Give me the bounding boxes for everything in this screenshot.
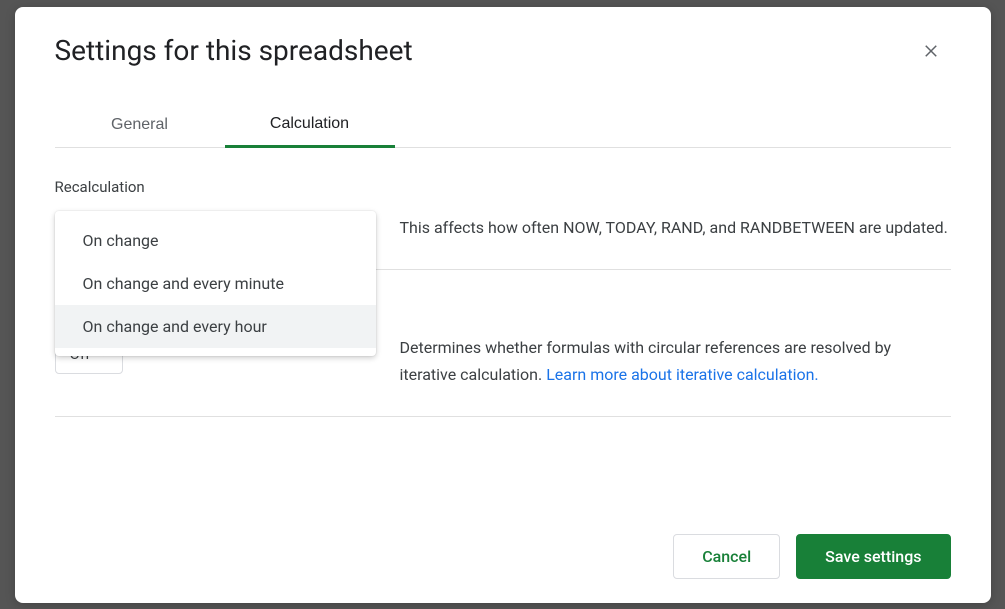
- tabs-bar: General Calculation: [55, 103, 951, 148]
- recalculation-description: This affects how often NOW, TODAY, RAND,…: [400, 214, 951, 241]
- recalculation-dropdown: On change On change and every minute On …: [55, 211, 376, 356]
- close-icon: [922, 42, 940, 60]
- dialog-title: Settings for this spreadsheet: [55, 34, 413, 67]
- dropdown-option-on-change-every-minute[interactable]: On change and every minute: [55, 262, 376, 305]
- dialog-footer: Cancel Save settings: [673, 534, 950, 579]
- tab-general[interactable]: General: [55, 103, 225, 147]
- recalculation-control: On change On change and every minute On …: [55, 214, 376, 241]
- settings-dialog: Settings for this spreadsheet General Ca…: [15, 7, 991, 603]
- tab-calculation[interactable]: Calculation: [225, 103, 395, 148]
- dropdown-option-on-change[interactable]: On change: [55, 219, 376, 262]
- learn-more-link[interactable]: Learn more about iterative calculation.: [546, 365, 818, 384]
- recalculation-body: On change On change and every minute On …: [55, 214, 951, 241]
- close-button[interactable]: [911, 31, 951, 71]
- recalculation-label: Recalculation: [55, 178, 951, 196]
- dropdown-option-on-change-every-hour[interactable]: On change and every hour: [55, 305, 376, 348]
- save-settings-button[interactable]: Save settings: [796, 534, 950, 579]
- iterative-description: Determines whether formulas with circula…: [400, 334, 951, 388]
- cancel-button[interactable]: Cancel: [673, 534, 780, 579]
- recalculation-section: Recalculation On change On change and ev…: [55, 178, 951, 270]
- dialog-header: Settings for this spreadsheet: [55, 31, 951, 71]
